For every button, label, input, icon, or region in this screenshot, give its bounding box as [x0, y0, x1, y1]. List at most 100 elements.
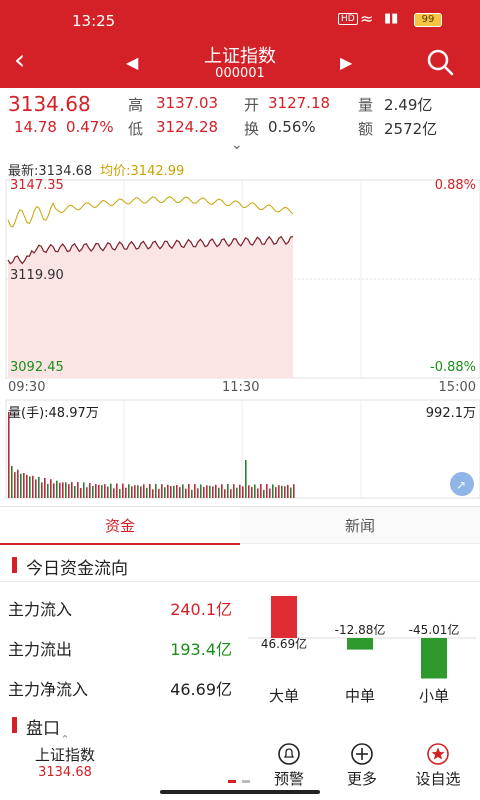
- volume-max-label: 992.1万: [425, 406, 476, 421]
- volume-bar: [173, 485, 175, 498]
- volume-bar: [167, 484, 169, 498]
- time-end: 15:00: [438, 380, 476, 395]
- volume-bar: [137, 485, 139, 498]
- bottom-stock-price: 3134.68: [38, 765, 92, 780]
- volume-bar: [191, 489, 193, 498]
- volume-bar: [32, 475, 34, 498]
- home-indicator: [160, 790, 320, 794]
- tab-capital[interactable]: 资金: [0, 507, 240, 545]
- more-button[interactable]: 更多: [332, 740, 392, 790]
- plus-circle-icon: [351, 743, 373, 765]
- flow-bar: [421, 638, 447, 679]
- svg-text:↗: ↗: [456, 478, 466, 492]
- volume-bar: [71, 482, 73, 498]
- volume-bar: [251, 486, 253, 498]
- open-value: 3127.18: [268, 94, 331, 112]
- volume-bar: [113, 488, 115, 498]
- volume-bar: [170, 486, 172, 498]
- volume-bar: [227, 483, 229, 498]
- search-icon[interactable]: [426, 48, 454, 76]
- flow-bar-value: -12.88亿: [335, 622, 386, 637]
- volume-bar: [131, 486, 133, 498]
- main-net-inflow-value: 46.69亿: [170, 680, 232, 699]
- add-watchlist-button[interactable]: 设自选: [408, 740, 468, 790]
- volume-bar: [164, 487, 166, 498]
- y-axis-bottom: 3092.45: [10, 360, 64, 375]
- flow-bar-label: 小单: [419, 687, 449, 705]
- status-time: 13:25: [72, 12, 116, 30]
- signal-icon: ▮▮: [384, 11, 399, 26]
- volume-bar: [245, 460, 247, 498]
- capital-flow-header: 今日资金流向: [0, 548, 480, 582]
- volume-bar: [65, 482, 67, 498]
- volume-bar: [287, 484, 289, 498]
- volume-bar: [182, 484, 184, 498]
- volume-bar: [176, 485, 178, 498]
- volume-bar: [47, 483, 49, 498]
- app-header: ‹ ◀ 上证指数 000001 ▶: [0, 36, 480, 88]
- volume-bar: [92, 486, 94, 498]
- volume-bar: [53, 483, 55, 498]
- section-marker: [12, 557, 17, 573]
- stock-code: 000001: [215, 66, 265, 81]
- volume-bar: [128, 484, 130, 498]
- amount-value: 2572亿: [384, 120, 438, 138]
- volume-bar: [293, 484, 295, 498]
- tab-news[interactable]: 新闻: [240, 507, 480, 545]
- section-marker: [12, 717, 17, 733]
- stock-summary-button[interactable]: ⌃ 上证指数 3134.68: [0, 734, 130, 790]
- low-value: 3124.28: [156, 118, 219, 136]
- volume-bar: [107, 486, 109, 498]
- volume-bar: [140, 486, 142, 498]
- main-net-inflow-row: 主力净流入 46.69亿: [0, 666, 240, 706]
- intraday-chart[interactable]: ↗ 3147.35 0.88% 3119.90 3092.45 -0.88% 0…: [0, 176, 480, 506]
- volume-bar: [212, 486, 214, 498]
- volume-bar: [56, 480, 58, 498]
- next-stock-icon[interactable]: ▶: [340, 53, 352, 72]
- volume-bar: [41, 482, 43, 498]
- volume-bar: [284, 486, 286, 498]
- pct-axis-bottom: -0.88%: [430, 360, 476, 375]
- volume-bar: [161, 484, 163, 498]
- volume-bar: [83, 482, 85, 498]
- bottom-bar: ⌃ 上证指数 3134.68 预警 更多 设自选: [0, 734, 480, 800]
- volume-bar: [215, 484, 217, 498]
- volume-bar: [260, 484, 262, 498]
- volume-bar: [290, 487, 292, 498]
- battery-icon: 99: [414, 13, 442, 27]
- more-label: 更多: [346, 770, 377, 788]
- volume-bar: [95, 483, 97, 498]
- volume-bar: [263, 489, 265, 498]
- volume-bar: [80, 487, 82, 498]
- volume-bar: [149, 483, 151, 498]
- volume-bar: [269, 488, 271, 498]
- volume-bar: [248, 485, 250, 498]
- collapse-chevron-icon: ⌃: [60, 733, 70, 746]
- volume-bar: [35, 479, 37, 498]
- stock-title: 上证指数: [204, 46, 276, 67]
- price-area-fill: [8, 236, 293, 378]
- flow-bar-label: 中单: [345, 687, 375, 705]
- alert-label: 预警: [273, 770, 304, 788]
- volume-bar: [146, 487, 148, 498]
- high-value: 3137.03: [156, 94, 219, 112]
- volume-bar: [14, 472, 16, 498]
- volume-bar: [77, 482, 79, 498]
- flow-bar-label: 大单: [269, 687, 299, 705]
- y-axis-mid: 3119.90: [10, 268, 64, 283]
- amount-label: 额: [358, 120, 374, 138]
- expand-chevron-icon[interactable]: ⌄: [231, 137, 243, 153]
- volume-bar: [116, 483, 118, 498]
- hd-icon: HD: [338, 13, 358, 25]
- page-indicator-dot: [242, 780, 250, 783]
- volume-bar: [125, 487, 127, 498]
- tab-bar: 资金 新闻: [0, 506, 480, 545]
- volume-bar: [275, 487, 277, 498]
- volume-bar: [104, 484, 106, 498]
- volume-bar: [62, 482, 64, 498]
- main-inflow-value: 240.1亿: [170, 600, 232, 619]
- turnover-label: 换: [244, 120, 260, 138]
- volume-value: 2.49亿: [384, 96, 433, 114]
- flow-bar-value: -45.01亿: [409, 622, 460, 637]
- alert-button[interactable]: 预警: [259, 740, 319, 790]
